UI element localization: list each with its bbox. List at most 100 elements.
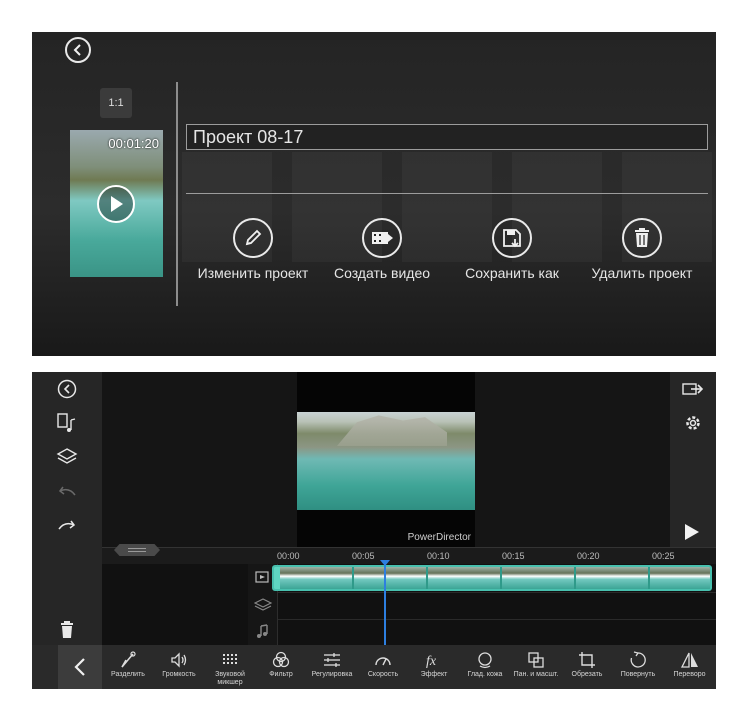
toolbar-back-button[interactable] [58,645,102,689]
play-button[interactable] [97,185,135,223]
tool-label: Глад. кожа [467,671,503,678]
tool-pan-zoom[interactable]: Пан. и масшт. [510,649,562,679]
delete-project-label: Удалить проект [591,265,693,281]
tool-label: Скорость [367,671,399,678]
film-arrow-icon [362,218,402,258]
tool-rotate[interactable]: Повернуть [612,649,664,679]
settings-gear-icon [686,416,700,430]
pencil-icon [233,218,273,258]
tool-speed[interactable]: Скорость [357,649,409,679]
tool-split[interactable]: Разделить [102,649,154,679]
filter-icon [255,649,307,671]
timeline-ruler[interactable]: 00:00 00:05 00:10 00:15 00:20 00:25 [102,547,716,564]
create-video-label: Создать видео [333,265,431,281]
delete-project-button[interactable]: Удалить проект [577,218,707,281]
right-toolbar [670,372,716,547]
delete-clip-button[interactable] [54,617,80,643]
play-icon [111,196,123,212]
clip-frame [280,567,352,589]
split-icon [102,649,154,671]
project-name-field[interactable]: Проект 08-17 [186,124,708,150]
edit-project-label: Изменить проект [197,265,309,281]
clip-frame [650,567,710,589]
preview-watermark: PowerDirector [407,532,471,543]
pan-zoom-icon [510,649,562,671]
clip-frame [428,567,500,589]
left-toolbar [32,372,102,645]
horizontal-divider [186,193,708,194]
undo-icon [58,486,76,496]
ruler-tick: 00:15 [502,551,525,561]
tool-label: Громкость [162,671,196,678]
clip-trim-handle[interactable] [274,567,280,589]
ruler-tick: 00:05 [352,551,375,561]
tool-label: Пан. и масшт. [513,671,559,678]
save-as-icon [492,218,532,258]
create-video-button[interactable]: Создать видео [317,218,447,281]
thumbnail-duration: 00:01:20 [108,136,159,151]
tool-volume[interactable]: Громкость [153,649,205,679]
tool-label: Переворо [673,671,706,678]
audio-track-icon [253,622,273,640]
tool-label: Повернуть [620,671,656,678]
video-track-icon [253,568,273,586]
tool-audio-mixer[interactable]: Звуковой микшер [204,649,256,687]
trash-icon [61,621,73,638]
tool-label: Фильтр [269,671,293,678]
back-circle-icon [57,379,77,399]
mixer-icon [204,649,256,671]
tool-adjust[interactable]: Регулировка [306,649,358,679]
svg-text:fx: fx [426,654,437,668]
editor-back-button[interactable] [54,376,80,402]
export-icon [682,383,704,395]
layers-button[interactable] [54,444,80,470]
save-as-button[interactable]: Сохранить как [447,218,577,281]
fx-icon: fx [408,649,460,671]
project-thumbnail[interactable]: 00:01:20 [70,130,163,277]
redo-icon [58,520,76,530]
media-music-icon [57,413,76,432]
playhead[interactable] [380,560,390,645]
undo-button[interactable] [54,478,80,504]
clip-frame [354,567,426,589]
tool-label: Звуковой микшер [215,671,245,686]
tool-skin-smoothing[interactable]: Глад. кожа [459,649,511,679]
crop-icon [561,649,613,671]
tool-label: Регулировка [311,671,353,678]
ruler-tick: 00:10 [427,551,450,561]
volume-icon [153,649,205,671]
tool-label: Разделить [111,671,145,678]
save-as-label: Сохранить как [465,265,559,281]
edit-project-button[interactable]: Изменить проект [188,218,318,281]
tool-crop[interactable]: Обрезать [561,649,613,679]
redo-button[interactable] [54,512,80,538]
media-library-button[interactable] [54,410,80,436]
panel-resize-handle[interactable] [114,544,160,556]
project-dialog: 1:1 00:01:20 Проект 08-17 Изменить проек… [32,32,716,356]
export-button[interactable] [680,376,706,402]
tool-effect[interactable]: fx Эффект [408,649,460,679]
video-clip[interactable] [272,565,712,591]
rotate-icon [612,649,664,671]
track-divider [248,619,716,620]
back-button[interactable] [65,37,91,63]
tool-flip[interactable]: Переворо [663,649,716,679]
ruler-tick: 00:20 [577,551,600,561]
layers-icon [56,448,78,464]
back-circle-icon [73,44,81,56]
flip-icon [663,649,716,671]
video-editor: PowerDirector 00:00 00:05 00:10 00:15 00… [32,372,716,689]
play-button[interactable] [685,524,699,540]
tool-label: Обрезать [571,671,603,678]
vertical-divider [176,82,178,306]
aspect-ratio-badge[interactable]: 1:1 [100,88,132,118]
trash-icon [622,218,662,258]
video-preview[interactable]: PowerDirector [297,372,475,547]
settings-button[interactable] [680,410,706,436]
ruler-tick: 00:00 [277,551,300,561]
chevron-left-icon [74,658,85,676]
tool-filter[interactable]: Фильтр [255,649,307,679]
track-divider [248,592,716,593]
adjust-icon [306,649,358,671]
overlay-track-icon [253,596,273,614]
